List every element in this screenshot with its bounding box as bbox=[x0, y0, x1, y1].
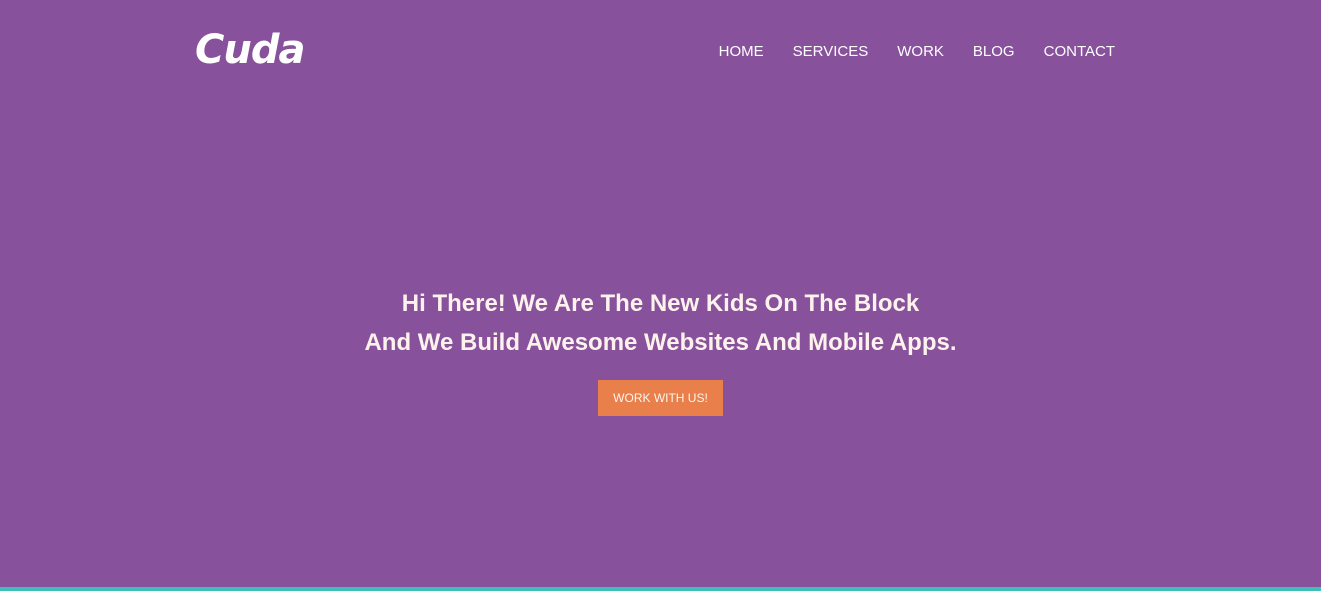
nav-item-services[interactable]: SERVICES bbox=[793, 43, 869, 61]
nav-item-home[interactable]: HOME bbox=[719, 43, 764, 61]
nav-item-contact[interactable]: CONTACT bbox=[1044, 43, 1115, 61]
hero-section: Hi There! We Are The New Kids On The Blo… bbox=[0, 284, 1321, 416]
main-nav: HOME SERVICES WORK BLOG CONTACT bbox=[719, 43, 1115, 61]
site-header: Cuda HOME SERVICES WORK BLOG CONTACT bbox=[0, 0, 1321, 100]
brand-logo[interactable]: Cuda bbox=[195, 28, 305, 72]
nav-item-blog[interactable]: BLOG bbox=[973, 43, 1015, 61]
hero-headline-line-2: And We Build Awesome Websites And Mobile… bbox=[364, 329, 957, 356]
hero-headline-line-1: Hi There! We Are The New Kids On The Blo… bbox=[401, 290, 920, 317]
bottom-accent-bar bbox=[0, 587, 1321, 591]
nav-item-work[interactable]: WORK bbox=[897, 43, 944, 61]
work-with-us-button[interactable]: WORK WITH US! bbox=[598, 380, 723, 416]
